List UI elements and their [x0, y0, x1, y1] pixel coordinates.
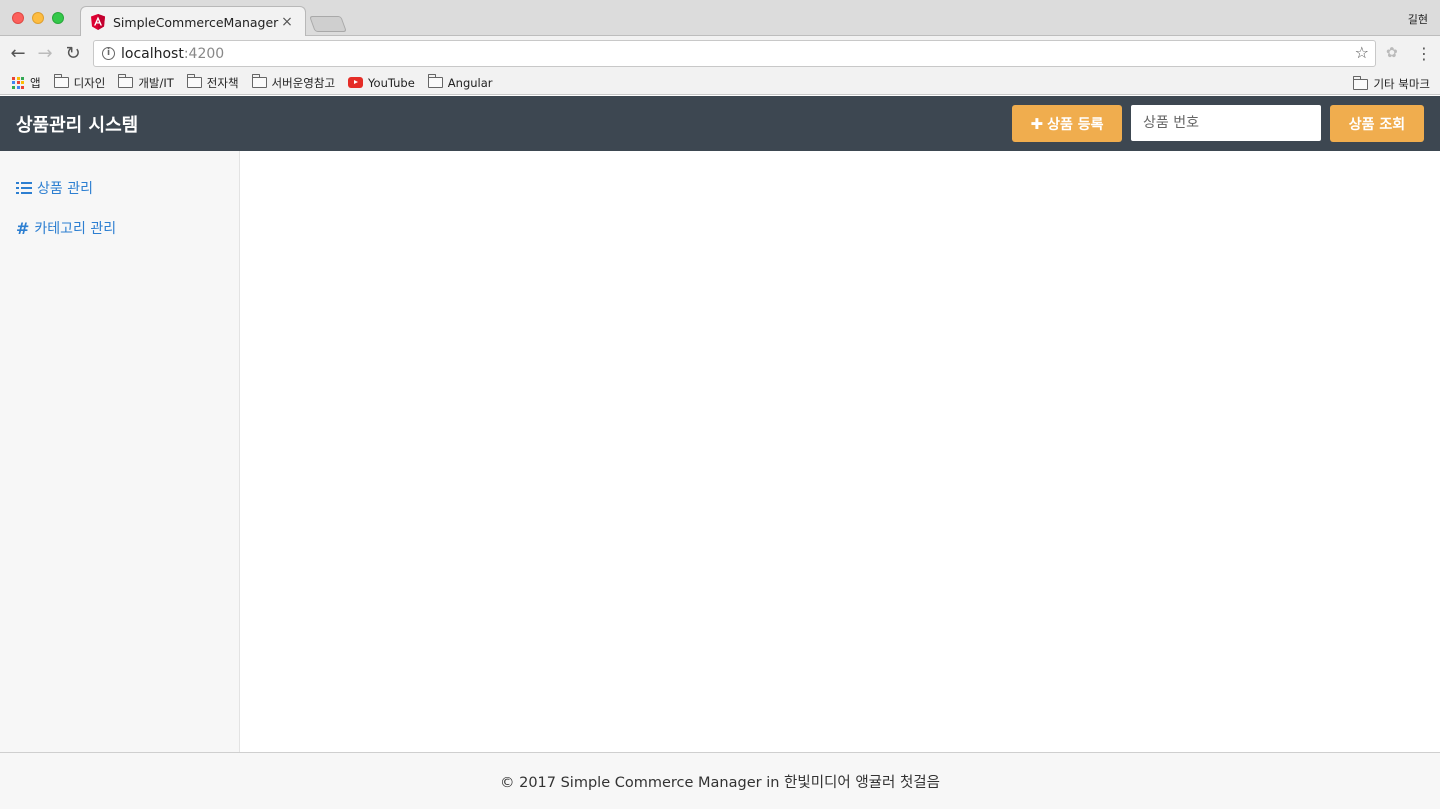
app-header: 상품관리 시스템 ✚ 상품 등록 상품 조회 — [0, 96, 1440, 151]
apps-grid-icon — [12, 76, 24, 89]
folder-icon — [186, 74, 202, 88]
plus-icon: ✚ — [1030, 114, 1044, 133]
browser-tab[interactable]: SimpleCommerceManager × — [80, 6, 306, 37]
folder-icon — [427, 74, 443, 88]
list-icon — [16, 182, 32, 194]
bookmark-label: 기타 북마크 — [1373, 77, 1430, 91]
tab-close-icon[interactable]: × — [279, 14, 295, 30]
tab-title: SimpleCommerceManager — [113, 14, 279, 30]
bookmark-youtube[interactable]: YouTube — [348, 76, 415, 90]
register-product-button[interactable]: ✚ 상품 등록 — [1012, 105, 1122, 142]
youtube-icon — [348, 77, 364, 88]
bookmark-angular[interactable]: Angular — [427, 74, 493, 90]
bookmark-design[interactable]: 디자인 — [53, 74, 106, 91]
forward-arrow-icon[interactable]: → — [35, 44, 55, 64]
main-content — [241, 151, 1440, 752]
hashtag-icon: # — [16, 218, 30, 238]
url-port: :4200 — [183, 45, 225, 62]
maximize-window-button[interactable] — [52, 12, 64, 24]
bookmark-label: 앱 — [30, 75, 41, 90]
bookmark-other[interactable]: 기타 북마크 — [1353, 75, 1430, 92]
bookmark-ebook[interactable]: 전자책 — [186, 74, 239, 91]
bookmark-server-ops[interactable]: 서버운영참고 — [251, 74, 336, 91]
angular-icon — [91, 14, 105, 30]
bookmark-apps[interactable]: 앱 — [12, 75, 41, 91]
bookmark-star-icon[interactable]: ☆ — [1355, 43, 1369, 62]
sidebar-item-label: 상품 관리 — [37, 181, 93, 197]
info-icon[interactable]: i — [102, 47, 115, 60]
folder-icon — [251, 74, 267, 88]
bookmark-label: 전자책 — [206, 75, 239, 90]
browser-toolbar: ← → ↻ i localhost:4200 ☆ ✿ ⋮ — [0, 36, 1440, 71]
app-brand[interactable]: 상품관리 시스템 — [16, 111, 138, 137]
more-menu-icon[interactable]: ⋮ — [1416, 44, 1432, 63]
folder-icon — [118, 74, 134, 88]
product-number-input[interactable] — [1131, 105, 1321, 141]
bookmark-label: 서버운영참고 — [271, 75, 336, 90]
url-host: localhost — [121, 45, 184, 62]
sidebar: 상품 관리 # 카테고리 관리 — [0, 151, 240, 752]
minimize-window-button[interactable] — [32, 12, 44, 24]
extension-icon[interactable]: ✿ — [1386, 45, 1402, 61]
browser-tab-bar: SimpleCommerceManager × 길현 — [0, 0, 1440, 37]
sidebar-item-label: 카테고리 관리 — [34, 221, 117, 237]
bookmark-label: 개발/IT — [138, 75, 174, 90]
bookmark-label: 디자인 — [73, 75, 106, 90]
new-tab-button[interactable] — [309, 16, 347, 32]
sidebar-item-category-management[interactable]: # 카테고리 관리 — [16, 218, 116, 238]
back-arrow-icon[interactable]: ← — [8, 44, 28, 64]
register-label: 상품 등록 — [1047, 116, 1104, 133]
bookmark-dev-it[interactable]: 개발/IT — [118, 74, 174, 91]
reload-icon[interactable]: ↻ — [63, 44, 83, 64]
bookmark-label: Angular — [447, 75, 493, 90]
address-bar[interactable]: i localhost:4200 ☆ — [93, 40, 1376, 67]
profile-name[interactable]: 길현 — [1408, 11, 1428, 27]
close-window-button[interactable] — [12, 12, 24, 24]
bookmarks-bar: 앱 디자인 개발/IT 전자책 서버운영참고 YouTube Angular 기… — [0, 71, 1440, 95]
folder-icon — [1353, 75, 1369, 90]
footer-text: © 2017 Simple Commerce Manager in 한빛미디어 … — [499, 774, 940, 791]
sidebar-item-product-management[interactable]: 상품 관리 — [16, 178, 93, 198]
folder-icon — [53, 74, 69, 88]
bookmark-label: YouTube — [368, 75, 415, 90]
footer: © 2017 Simple Commerce Manager in 한빛미디어 … — [0, 752, 1440, 809]
lookup-product-button[interactable]: 상품 조회 — [1330, 105, 1424, 142]
